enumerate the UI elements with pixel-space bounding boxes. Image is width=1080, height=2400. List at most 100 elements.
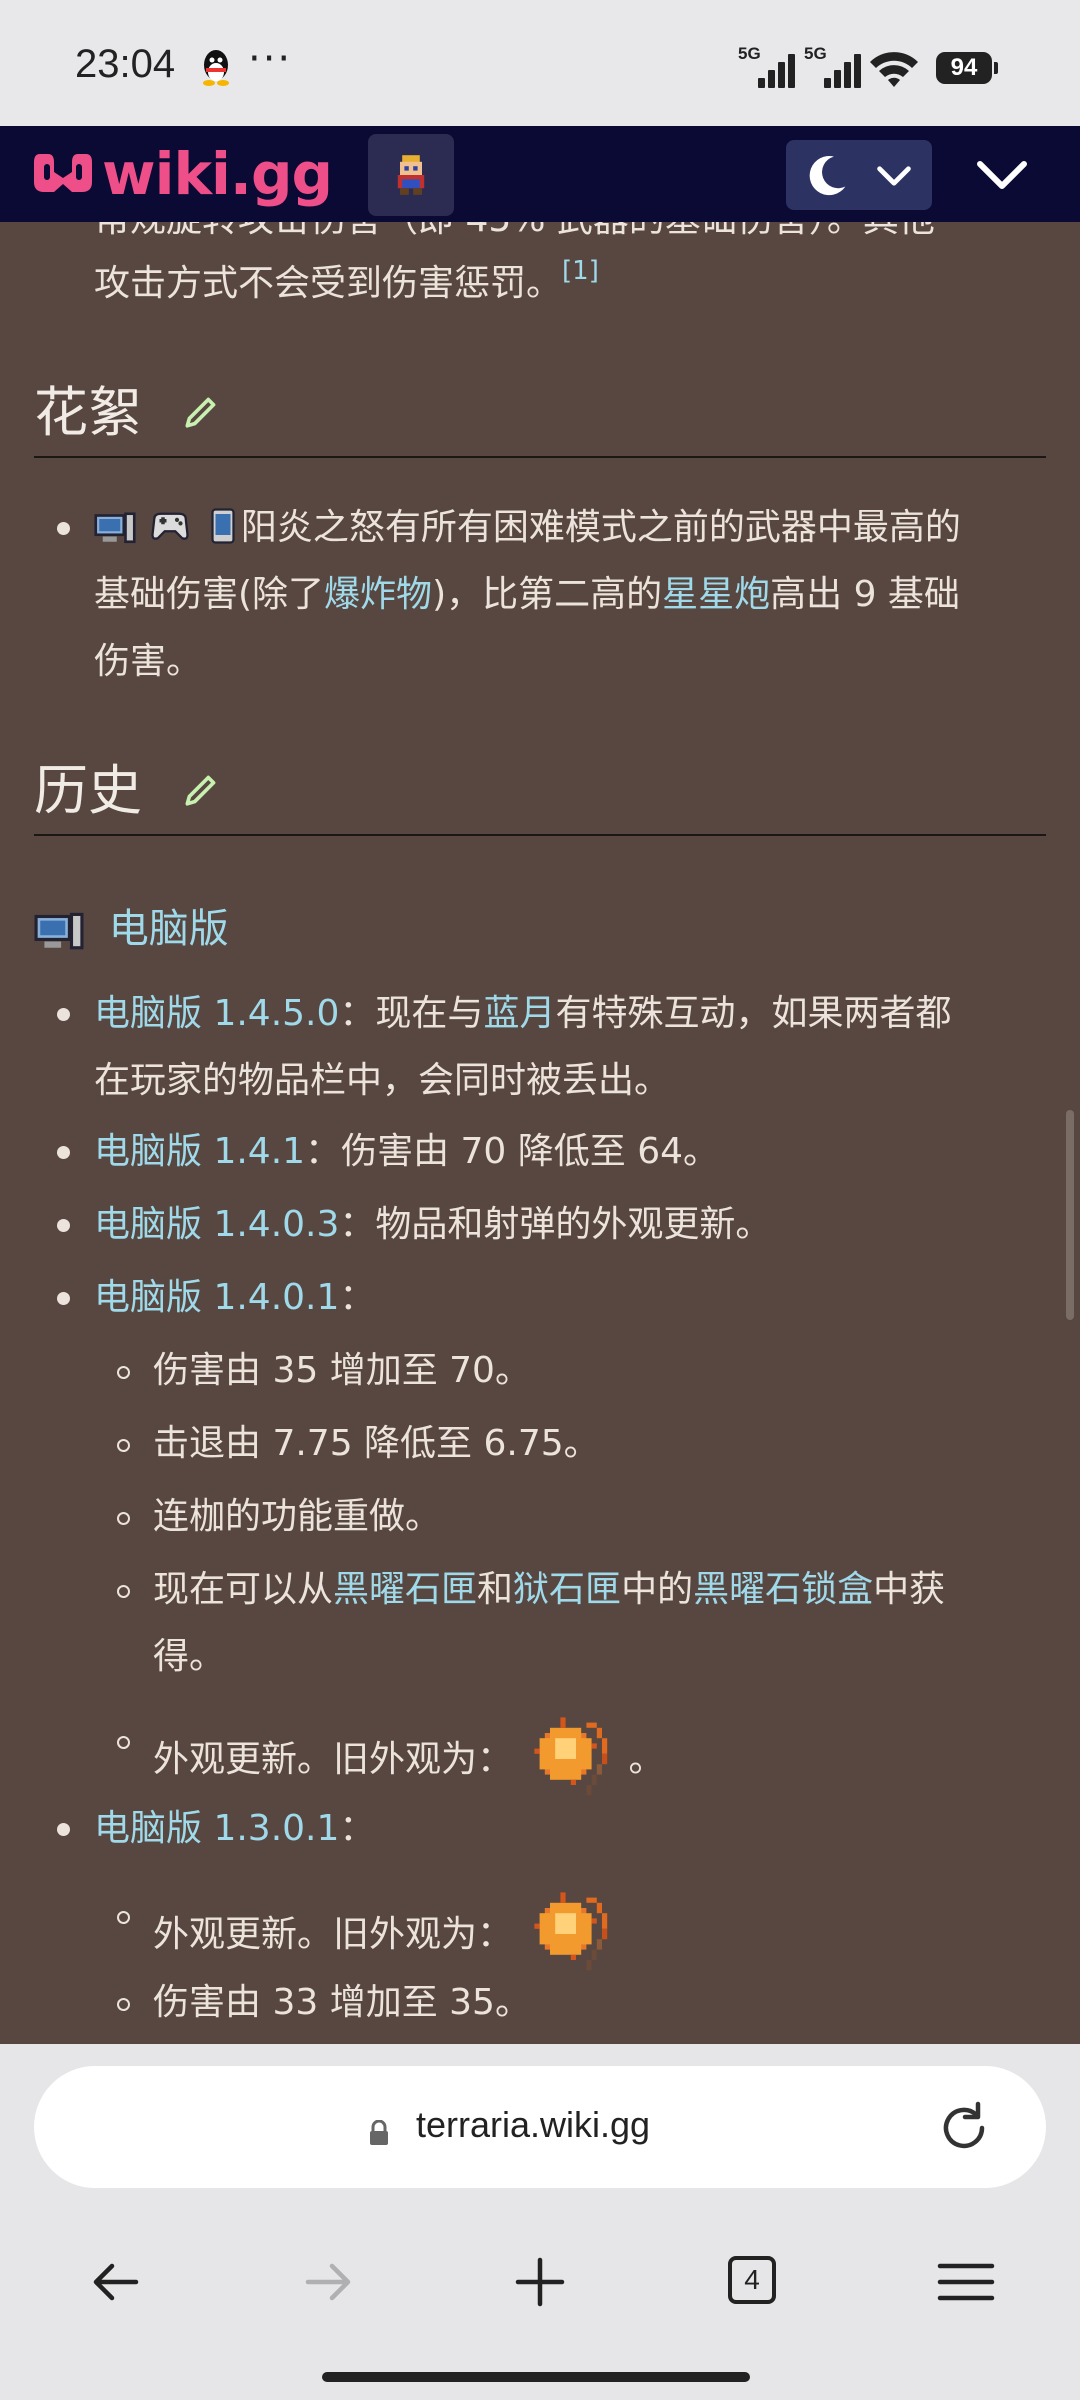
version-link[interactable]: 电脑版 1.4.0.1 [94,1277,339,1318]
sub-bullet [117,1911,130,1924]
link-obsidian-crate[interactable]: 黑曜石匣 [333,1569,477,1610]
qq-icon [203,50,229,86]
link-explosives[interactable]: 爆炸物 [324,574,432,615]
wiki-site-avatar-button[interactable] [368,134,454,216]
sub-bullet [117,1585,130,1598]
logo-text: wiki.gg [102,140,333,208]
section-heading-history: 历史 [34,759,142,822]
text: 外观更新。旧外观为： [153,1914,514,1955]
reference-link[interactable]: [1] [562,256,599,286]
text: 常规旋转攻击伤害（即 45% 武器的基础伤害）。其他 [94,222,935,240]
text: 有特殊互动，如果两者都 [555,993,952,1034]
mobile-platform-icon [211,508,235,544]
history-entry: 电脑版 1.4.1：伤害由 70 降低至 64。 [94,1118,719,1185]
text: ： [339,1204,376,1245]
sub-bullet [117,1998,130,2011]
back-arrow-icon[interactable] [86,2252,146,2312]
edit-pencil-icon[interactable] [181,389,223,431]
wifi-icon [870,52,918,87]
cell-signal-1-icon: 5G [738,44,798,88]
link-obsidian-lock-box[interactable]: 黑曜石锁盒 [693,1569,873,1610]
text: 和 [477,1569,514,1610]
bullet [57,522,70,535]
history-subentry: 击退由 7.75 降低至 6.75。 [153,1423,600,1464]
desktop-platform-icon [94,512,136,544]
history-entry: 电脑版 1.3.0.1： [94,1795,375,1862]
list-item: 阳炎之怒有所有困难模式之前的武器中最高的 基础伤害(除了爆炸物)，比第二高的星星… [94,494,1054,695]
reload-icon[interactable] [936,2100,992,2156]
text: ： [339,1808,376,1849]
bullet [57,1823,70,1836]
paragraph-cut-line: 攻击方式不会受到伤害惩罚。[1] [94,250,599,317]
battery-level: 94 [950,54,978,81]
version-link[interactable]: 电脑版 1.4.1 [94,1131,305,1172]
link-star-cannon[interactable]: 星星炮 [662,574,770,615]
history-entry: 电脑版 1.4.0.1： [94,1264,375,1331]
sub-bullet [117,1366,130,1379]
text: 阳炎之怒有所有困难模式之前的武器中最高的 [240,507,961,548]
version-link[interactable]: 电脑版 1.3.0.1 [94,1808,339,1849]
history-subentry: 连枷的功能重做。 [153,1496,442,1537]
history-entry: 电脑版 1.4.5.0：现在与蓝月有特殊互动，如果两者都 在玩家的物品栏中，会同… [94,980,1054,1114]
network-type-label: 5G [804,44,827,63]
text: 中的 [621,1569,694,1610]
status-time: 23:04 [75,42,176,86]
link-hellstone-crate[interactable]: 狱石匣 [513,1569,621,1610]
theme-toggle-button[interactable] [786,140,932,210]
address-bar[interactable]: terraria.wiki.gg [34,2066,1046,2188]
text: 攻击方式不会受到伤害惩罚。 [94,263,563,304]
text: 在玩家的物品栏中，会同时被丢出。 [94,1060,671,1101]
text: 伤害由 70 降低至 64。 [341,1131,720,1172]
battery-icon: 94 [936,52,998,84]
desktop-platform-icon [34,912,84,950]
text: 基础伤害(除了 [94,574,325,615]
platform-link[interactable]: 电脑版 [109,906,229,952]
platform-heading: 电脑版 [34,896,229,963]
sub-bullet [117,1736,130,1749]
text: 高出 9 基础 [770,574,960,615]
version-link[interactable]: 电脑版 1.4.0.3 [94,1204,339,1245]
history-entry: 电脑版 1.4.0.3：物品和射弹的外观更新。 [94,1191,771,1258]
tab-count: 4 [744,2264,760,2295]
chevron-down-icon [877,166,911,186]
bullet [57,1146,70,1159]
page-scrollbar[interactable] [1066,1110,1074,1320]
article-content: 常规旋转攻击伤害（即 45% 武器的基础伤害）。其他 攻击方式不会受到伤害惩罚。… [0,222,1080,2044]
text: ： [305,1131,342,1172]
text: )，比第二高的 [432,574,663,615]
status-bar: 23:04 ··· 5G 5G 94 [0,0,1080,126]
history-subentry: 现在可以从黑曜石匣和狱石匣中的黑曜石锁盒中获 得。 [153,1556,1053,1690]
divider [34,456,1046,458]
bullet [57,1292,70,1305]
text: 伤害。 [94,641,203,682]
section-heading-trivia: 花絮 [34,381,142,444]
text: ： [339,1277,376,1318]
menu-chevron-down-icon[interactable] [972,146,1032,202]
old-sunfury-sprite-icon [534,1892,608,1971]
version-link[interactable]: 电脑版 1.4.5.0 [94,993,339,1034]
sub-bullet [117,1512,130,1525]
edit-pencil-icon[interactable] [181,767,223,809]
wiki-gg-logo-icon [34,154,92,192]
text: 现在可以从 [153,1569,334,1610]
divider [34,834,1046,836]
sub-bullet [117,1439,130,1452]
text: 。 [628,1739,665,1780]
menu-hamburger-icon[interactable] [936,2252,996,2312]
old-sunfury-sprite-icon [534,1717,608,1796]
text: 现在与 [375,993,484,1034]
history-subentry: 伤害由 33 增加至 35。 [153,1982,531,2023]
gesture-home-bar[interactable] [322,2372,750,2382]
network-type-label: 5G [738,44,761,63]
wiki-logo[interactable]: wiki.gg [32,140,333,208]
forward-arrow-icon[interactable] [298,2252,358,2312]
new-tab-plus-icon[interactable] [510,2252,570,2312]
text: ： [339,993,376,1034]
tab-switcher-button[interactable]: 4 [728,2256,776,2304]
lock-icon [370,2120,388,2145]
text: 中获 [873,1569,946,1610]
more-notifications-icon: ··· [248,36,293,82]
cell-signal-2-icon: 5G [804,44,864,88]
link-blue-moon[interactable]: 蓝月 [483,993,555,1034]
bullet [57,1008,70,1021]
